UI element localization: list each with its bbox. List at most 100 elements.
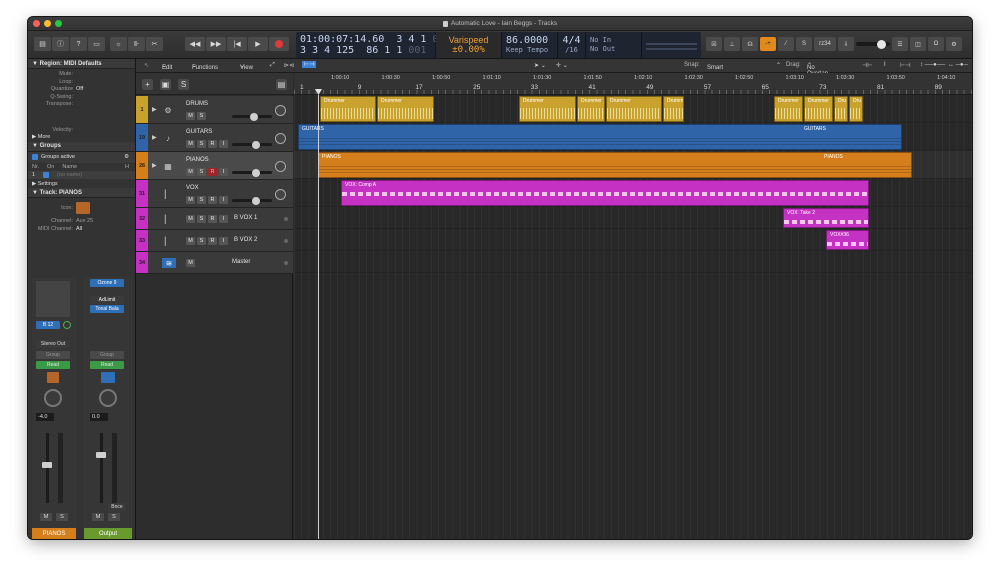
zoom-to-fit-icon[interactable]: ⊣⊢ [862, 62, 872, 69]
strip-name[interactable]: PIANOS [32, 528, 76, 539]
record-enable-button[interactable]: R [208, 168, 217, 176]
fader-cap[interactable] [42, 462, 52, 468]
mute-button[interactable]: M [92, 513, 104, 521]
solo-button[interactable]: S [197, 196, 206, 204]
vox-region[interactable]: VOX: Comp A [341, 180, 869, 206]
track-lane[interactable] [294, 229, 972, 251]
more-disclosure[interactable]: ▶ More [28, 134, 135, 142]
track-header-drums[interactable]: 1 ▶ ⚙ DRUMS M S [136, 96, 293, 124]
track-name[interactable]: DRUMS [186, 101, 208, 107]
volume-fader[interactable] [46, 433, 49, 503]
sync-button[interactable]: S [796, 37, 812, 51]
zoom-window-button[interactable] [55, 20, 62, 27]
list-editors-button[interactable]: ☰ [892, 37, 908, 51]
balance-knob[interactable] [99, 389, 117, 407]
volume-knob[interactable] [252, 140, 260, 149]
mute-button[interactable]: M [186, 237, 195, 245]
arrange-area[interactable]: Drummer Drummer Drummer Drummer Drummer Drumm… [294, 95, 972, 539]
mute-button[interactable]: M [40, 513, 52, 521]
input-monitor-button[interactable]: I [219, 196, 228, 204]
pan-knob[interactable] [44, 389, 62, 407]
drum-region[interactable]: Drummer [577, 96, 605, 122]
track-header-vox[interactable]: 31 ▏ VOX M S R I [136, 180, 293, 208]
param-qswing[interactable]: Q-Swing: [28, 94, 135, 102]
record-enable-button[interactable]: R [208, 196, 217, 204]
track-header-b-vox-1[interactable]: 32 ▏ B VOX 1 MSRI [136, 208, 293, 230]
view-menu[interactable]: View ⌄ [240, 62, 253, 71]
output-slot[interactable]: Stereo Out [36, 340, 70, 348]
piano-region[interactable]: PIANOS PIANOS [318, 152, 912, 178]
volume-value[interactable]: -4.0 [36, 413, 54, 421]
master-volume-knob[interactable] [877, 39, 886, 49]
editors-button[interactable]: ✂ [146, 37, 163, 51]
channel-row[interactable]: Channel: Aux 25 [28, 218, 135, 226]
mute-button[interactable]: M [186, 215, 195, 223]
track-inspector-header[interactable]: ▼ Track: PIANOS [28, 188, 135, 198]
mixer-button[interactable]: ⊪ [128, 37, 145, 51]
track-lane[interactable] [294, 251, 972, 273]
track-view-button[interactable]: ▣ [160, 79, 171, 90]
vox-region[interactable]: VOX#36 [826, 230, 869, 250]
rewind-button[interactable]: ◀◀ [185, 37, 205, 51]
download-button[interactable]: ⇩ [838, 37, 854, 51]
horizontal-fit-icon[interactable]: ⊢⊣ [900, 62, 910, 69]
vertical-zoom-slider[interactable]: ↕ ──●── [920, 62, 945, 68]
play-button[interactable]: ▶ [248, 37, 268, 51]
drum-region[interactable]: Dru [834, 96, 848, 122]
group-slot[interactable]: Group [90, 351, 124, 359]
track-icon-row[interactable]: Icon: [28, 198, 135, 218]
inspector-button[interactable]: ⓘ [52, 37, 69, 51]
track-name[interactable]: GUITARS [186, 129, 212, 135]
replace-button[interactable]: ☒ [706, 37, 722, 51]
record-enable-button[interactable]: R [208, 237, 217, 245]
record-button[interactable] [269, 37, 289, 51]
piano-icon[interactable] [76, 202, 90, 214]
plugin-slot-1[interactable]: Ozone 9 [90, 279, 124, 287]
disclosure-triangle-icon[interactable]: ▶ [152, 162, 157, 169]
lcd-display[interactable]: 01:00:07:14.60 3 4 1 001 3 3 4 125 86 1 … [296, 32, 701, 58]
flex-icon[interactable]: ⊢⊣ [302, 61, 317, 68]
track-header-guitars[interactable]: 19 ▶ ♪ GUITARS M S R I [136, 124, 293, 152]
track-pan-knob[interactable] [275, 161, 286, 172]
solo-button[interactable]: S [197, 237, 206, 245]
notepad-button[interactable]: ◫ [910, 37, 926, 51]
track-pan-knob[interactable] [275, 133, 286, 144]
edit-menu[interactable]: Edit ⌄ [162, 62, 172, 71]
param-transpose[interactable]: Transpose: [28, 101, 135, 109]
global-tracks-button[interactable]: ▤ [276, 79, 287, 90]
record-enable-button[interactable]: R [208, 140, 217, 148]
drum-region[interactable]: Dru [849, 96, 863, 122]
solo-button[interactable]: S [108, 513, 120, 521]
vox-region[interactable]: VOX: Take 2 [783, 208, 869, 228]
pointer-tool-icon[interactable]: ➤ ⌄ [534, 62, 546, 69]
input-monitor-button[interactable]: I [219, 140, 228, 148]
quick-help-button[interactable]: ? [70, 37, 87, 51]
varispeed-display[interactable]: Varispeed ±0.00% [436, 32, 502, 58]
drum-region[interactable]: Drummer [804, 96, 833, 122]
setting-slot[interactable] [36, 281, 70, 317]
user-label-button[interactable]: rz34 [814, 37, 836, 51]
loop-browser-button[interactable]: Ω [928, 37, 944, 51]
drum-region[interactable]: Drummer [519, 96, 576, 122]
back-icon[interactable]: ↖ [144, 62, 149, 69]
library-button[interactable]: ▤ [34, 37, 51, 51]
track-header-pianos[interactable]: 26 ▶ ▦ PIANOS M S R I [136, 152, 293, 180]
smart-controls-button[interactable]: ☼ [110, 37, 127, 51]
drum-region[interactable]: Drummer [606, 96, 662, 122]
count-in-button[interactable]: -+ [760, 37, 776, 51]
master-volume-slider[interactable] [856, 37, 890, 51]
solo-button[interactable]: S [197, 168, 206, 176]
solo-button[interactable]: S [197, 112, 206, 120]
automation-mode[interactable]: Read [36, 361, 70, 369]
forward-button[interactable]: ▶▶ [206, 37, 226, 51]
guitar-region[interactable]: GUITARS GUITARS [298, 124, 902, 150]
send-knob[interactable] [63, 321, 71, 329]
group-slot[interactable]: Group [36, 351, 70, 359]
global-solo-button[interactable]: S [178, 79, 189, 90]
volume-knob[interactable] [252, 196, 260, 205]
link-icon[interactable]: ⊳⊲ [284, 62, 294, 69]
track-lane[interactable] [294, 207, 972, 229]
time-signature-display[interactable]: 4/4 /16 [558, 32, 586, 58]
browser-button[interactable]: ⚙ [946, 37, 962, 51]
drum-region[interactable]: Drummer [774, 96, 803, 122]
